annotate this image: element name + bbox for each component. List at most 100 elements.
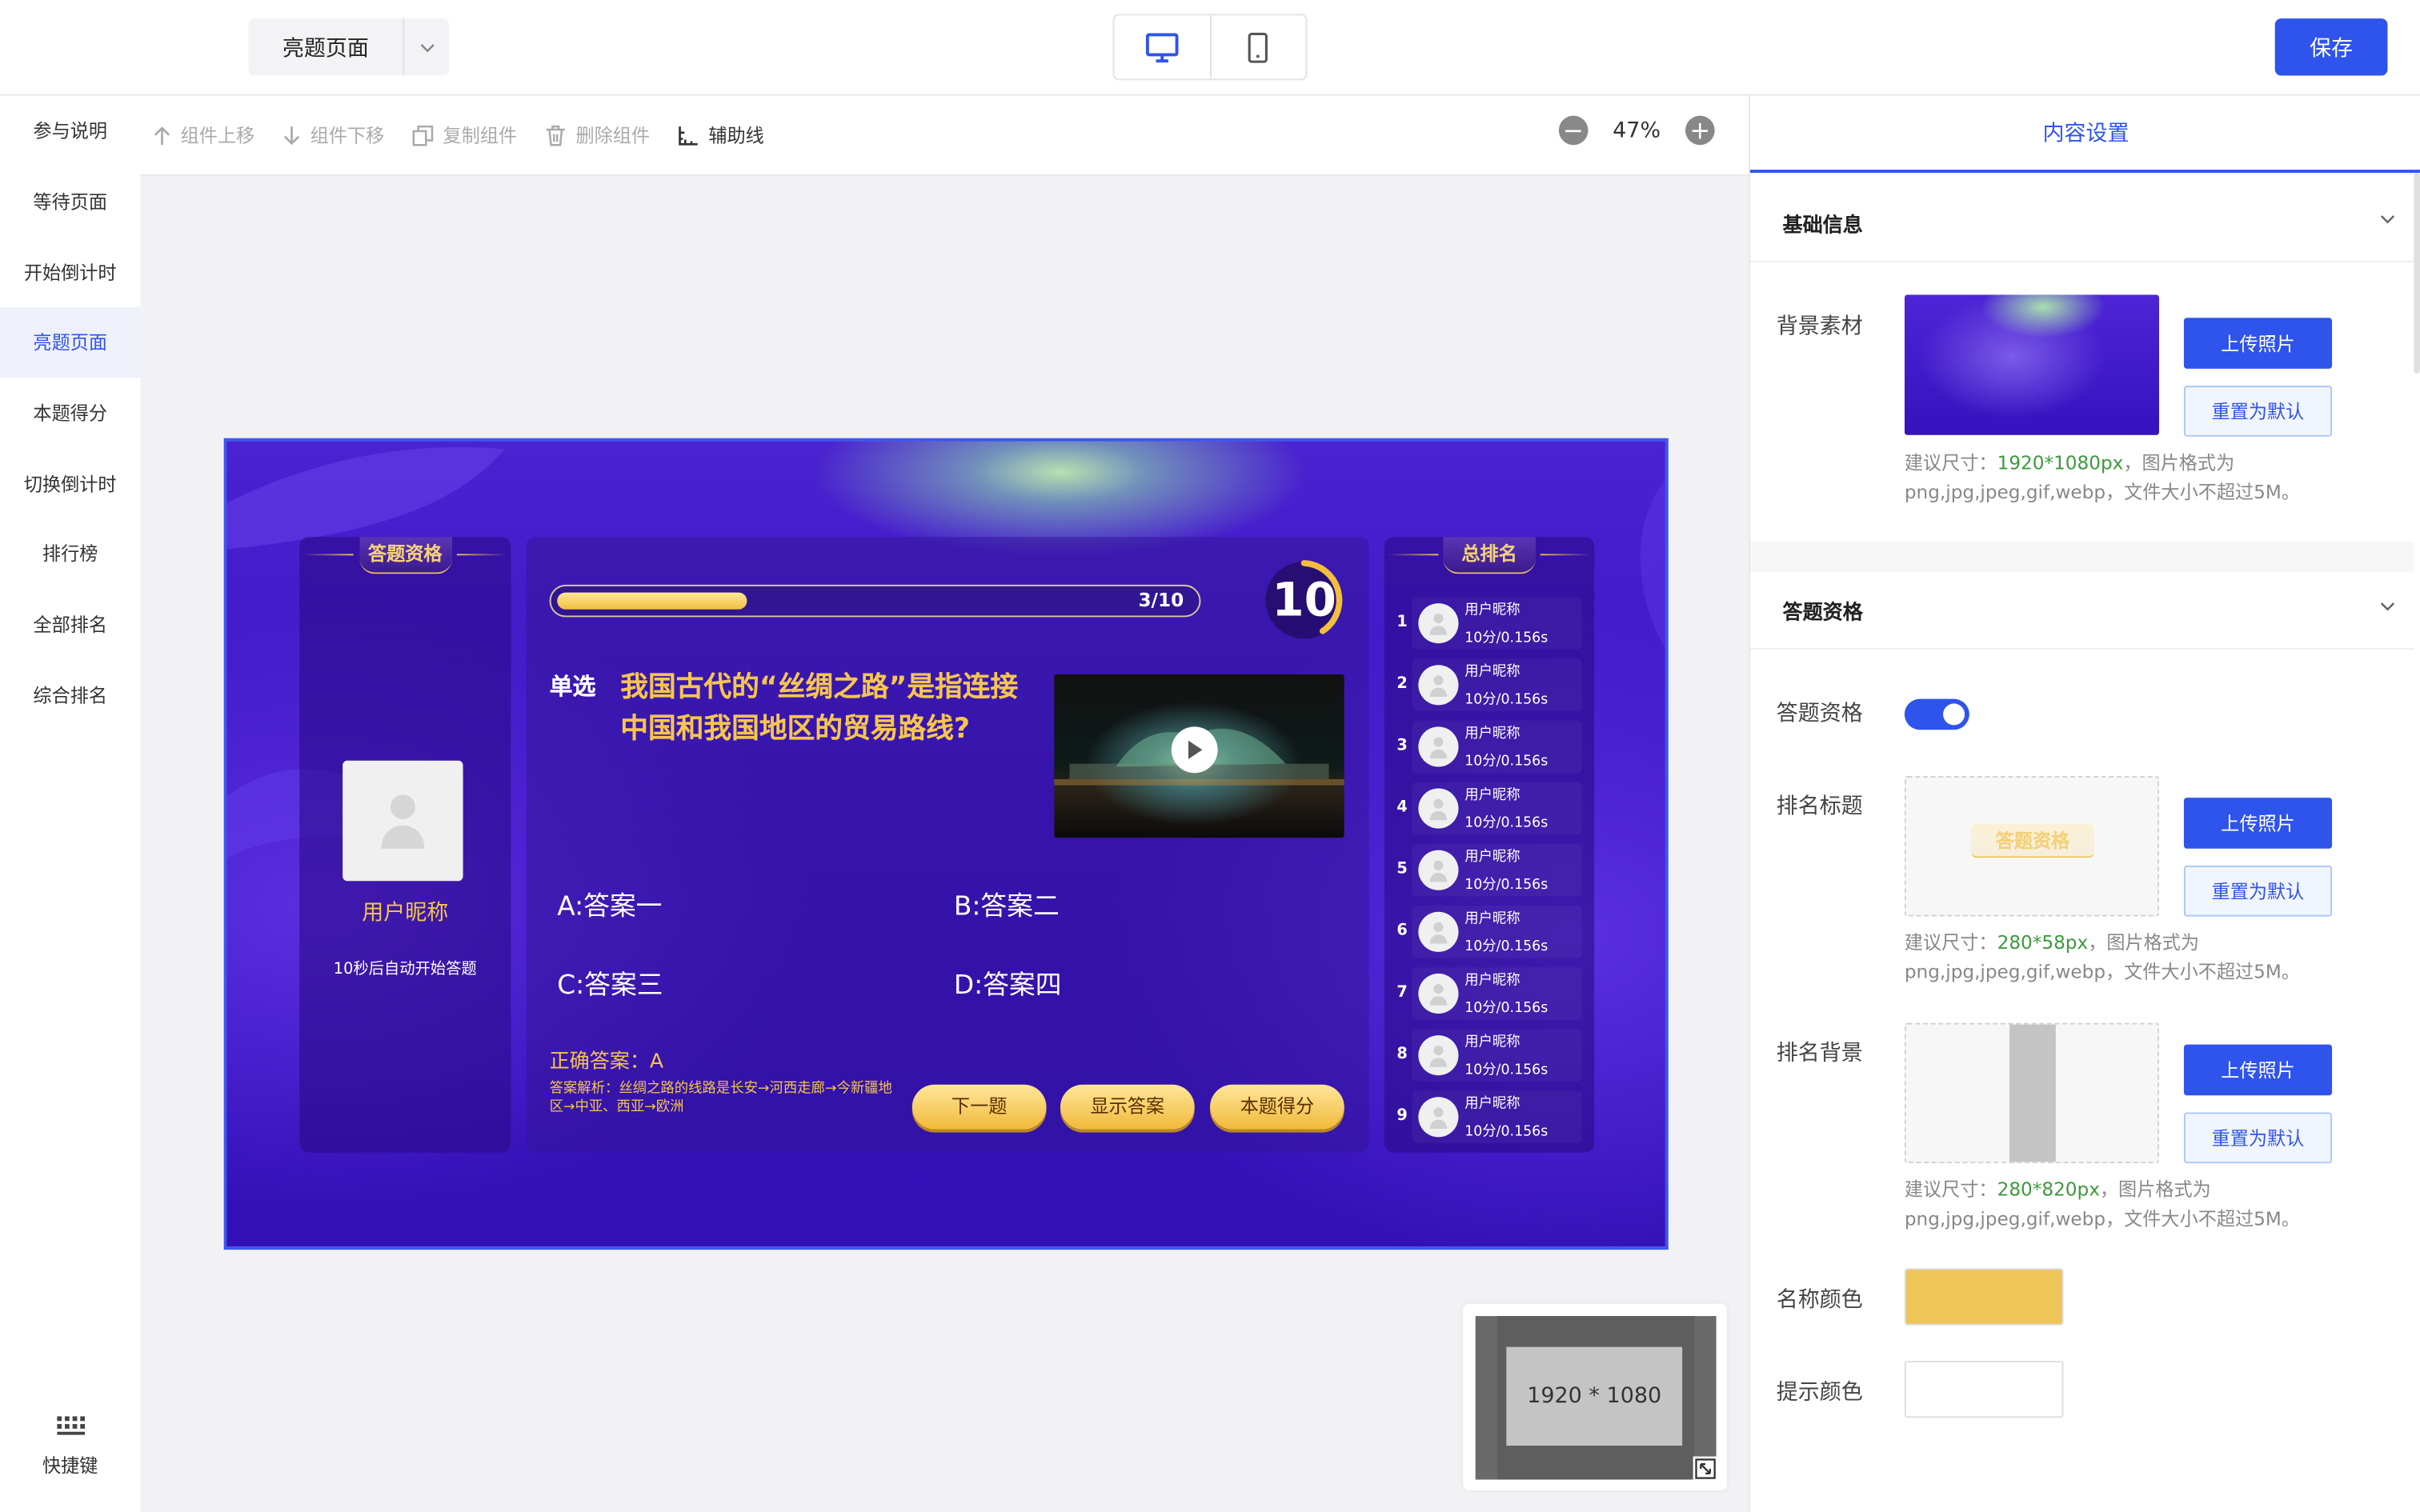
ranking-panel[interactable]: 总排名 1 用户昵称 10分/0.156s 2 用户昵称 10分/0.156s 3 用户昵称 1… [1384,537,1595,1153]
nav-item-6[interactable]: 排行榜 [0,518,140,589]
user-icon [1429,1106,1448,1128]
question-score-button[interactable]: 本题得分 [1209,1084,1344,1130]
nav-list: 参与说明 等待页面 开始倒计时 亮题页面 本题得分 切换倒计时 排行榜 全部排名 综合排名 [0,96,141,730]
rank-number: 8 [1396,1046,1408,1063]
rank-title-preview: 答题资格 [1970,823,2095,858]
guides-button[interactable]: 辅助线 [678,122,764,148]
question-video[interactable] [1054,674,1344,838]
delete-label: 删除组件 [575,125,651,147]
chevron-down-icon[interactable] [403,18,449,76]
zoom-out-icon[interactable]: − [1558,115,1589,146]
ranking-title: 总排名 [1443,537,1536,574]
arrow-down-icon [283,126,300,145]
rank-score: 10分/0.156s [1464,630,1549,647]
rank-number: 5 [1396,861,1408,878]
rank-bg-reset-button[interactable]: 重置为默认 [2183,1112,2333,1164]
content-settings-tab[interactable]: 内容设置 [1749,96,2420,173]
desktop-view-button[interactable] [1114,15,1209,78]
mobile-view-button[interactable] [1209,15,1306,79]
copy-component-button[interactable]: 复制组件 [412,122,517,148]
qualification-toggle[interactable] [1904,698,1969,730]
nav-item-8[interactable]: 综合排名 [0,659,140,730]
settings-panel: 内容设置 基础信息 背景素材 上传照片 重置为默认 建议尺寸：1920*1080… [1749,95,2420,1512]
save-button[interactable]: 保存 [2274,18,2388,76]
nav-item-4[interactable]: 本题得分 [0,378,140,448]
option-b[interactable]: B:答案二 [954,884,1060,923]
canvas-area: 组件上移 组件下移 复制组件 删除组件 辅助线 − 47% + 答题资格 用户昵… [140,95,1749,1512]
rank-row: 4 用户昵称 10分/0.156s [1396,782,1582,838]
rank-number: 3 [1396,737,1408,755]
auto-start-tip: 10秒后自动开始答题 [333,961,477,978]
device-toggle [1112,14,1308,81]
rank-score: 10分/0.156s [1464,754,1549,770]
rank-number: 2 [1396,675,1408,693]
nav-item-5[interactable]: 切换倒计时 [0,448,140,518]
expand-icon[interactable] [1693,1456,1718,1482]
rank-title-upload-button[interactable]: 上传照片 [2183,798,2333,849]
rank-row: 9 用户昵称 10分/0.156s [1396,1090,1582,1146]
name-color-swatch[interactable] [1904,1268,2064,1326]
rank-title-thumbnail: 答题资格 [1904,776,2160,917]
nav-item-3[interactable]: 亮题页面 [0,306,141,378]
page-select-label: 亮题页面 [282,36,369,62]
play-icon[interactable] [1171,726,1218,774]
option-d[interactable]: D:答案四 [954,962,1062,1002]
rank-bg-upload-button[interactable]: 上传照片 [2183,1044,2333,1096]
next-question-button[interactable]: 下一题 [912,1084,1047,1130]
qualification-section-title: 答题资格 [1782,602,1863,626]
nav-item-0[interactable]: 参与说明 [0,96,140,166]
minimap[interactable]: 1920 * 1080 [1463,1303,1728,1490]
keyboard-icon [56,1416,85,1435]
option-c[interactable]: C:答案三 [557,962,663,1002]
rank-row: 6 用户昵称 10分/0.156s [1396,906,1582,961]
user-icon [1429,1045,1448,1066]
question-text: 我国古代的“丝绸之路”是指连接中国和我国地区的贸易路线? [620,670,1019,746]
delete-component-button[interactable]: 删除组件 [545,122,650,148]
shortcut-button[interactable]: 快捷键 [0,1414,140,1478]
rank-bg-thumbnail [1904,1022,2160,1164]
rank-name: 用户昵称 [1464,850,1521,866]
page-select[interactable]: 亮题页面 [248,18,450,76]
move-down-button[interactable]: 组件下移 [282,122,384,148]
rank-name: 用户昵称 [1464,911,1521,928]
rank-title-reset-button[interactable]: 重置为默认 [2183,865,2333,917]
avatar [343,760,463,882]
bg-upload-button[interactable]: 上传照片 [2183,318,2333,369]
nav-item-2[interactable]: 开始倒计时 [0,237,140,307]
tip-color-swatch[interactable] [1904,1360,2064,1418]
zoom-in-icon[interactable]: + [1685,115,1715,146]
nav-item-1[interactable]: 等待页面 [0,166,140,237]
option-a[interactable]: A:答案一 [557,884,662,923]
bg-size-hint: 建议尺寸：1920*1080px，图片格式为png,jpg,jpeg,gif,w… [1904,452,2300,503]
rank-name: 用户昵称 [1464,1035,1521,1051]
rank-number: 1 [1396,614,1408,631]
mobile-icon [1248,31,1268,62]
user-icon [1429,798,1448,820]
left-nav: 参与说明 等待页面 开始倒计时 亮题页面 本题得分 切换倒计时 排行榜 全部排名 综合排名 快捷… [0,95,141,1512]
nav-item-7[interactable]: 全部排名 [0,589,140,659]
qualification-label: 答题资格 [1776,702,1863,727]
countdown-timer: 10 [1261,557,1348,643]
basic-info-section-header[interactable]: 基础信息 [1749,185,2414,262]
question-panel[interactable]: 3/10 10 单选 我国古代的“丝绸之路”是指连接中国和我国地区的贸易路线? [526,537,1369,1153]
rank-title-label: 排名标题 [1776,794,1863,820]
bg-reset-button[interactable]: 重置为默认 [2183,386,2333,437]
rank-name: 用户昵称 [1464,788,1521,804]
stage-preview[interactable]: 答题资格 用户昵称 10秒后自动开始答题 3/10 10 单选 我国古代的“丝绸… [223,438,1669,1250]
question-type: 单选 [549,672,596,701]
rank-score: 10分/0.156s [1464,878,1549,894]
rank-avatar [1418,603,1459,644]
settings-scrollbar[interactable] [2414,172,2420,374]
rank-bg-label: 排名背景 [1776,1041,1863,1066]
chevron-down-icon [2380,602,2395,611]
move-up-button[interactable]: 组件上移 [153,122,254,148]
app-root: 亮题页面 保存 参与说明 等待页面 开始倒计时 亮题页面 本题得分 切换倒计时 排行榜 全部排… [0,0,2420,1512]
rank-name: 用户昵称 [1464,1097,1521,1113]
user-icon [1429,859,1448,882]
rank-avatar [1418,665,1459,706]
show-answer-button[interactable]: 显示答案 [1060,1084,1195,1130]
basic-info-title: 基础信息 [1782,214,1863,238]
qualification-panel[interactable]: 答题资格 用户昵称 10秒后自动开始答题 [299,537,511,1153]
qualification-section-header[interactable]: 答题资格 [1749,572,2414,650]
bg-material-thumbnail [1904,294,2160,435]
